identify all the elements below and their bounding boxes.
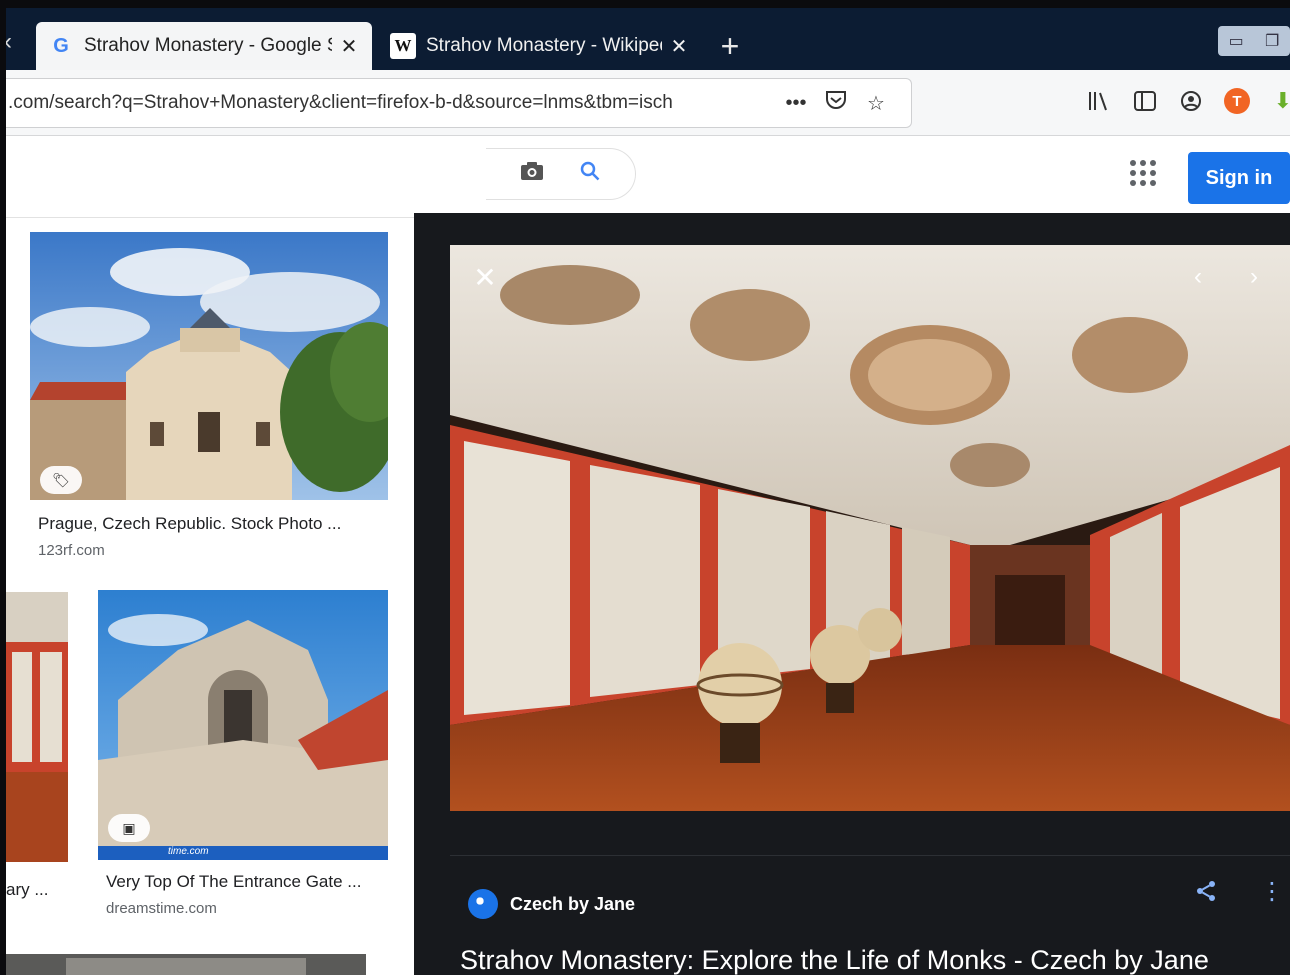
- address-bar[interactable]: .com/search?q=Strahov+Monastery&client=f…: [6, 78, 912, 128]
- account-icon[interactable]: [1178, 88, 1204, 114]
- result-thumbnail-library-partial[interactable]: [6, 592, 68, 862]
- minimize-icon[interactable]: ▭: [1229, 31, 1244, 51]
- close-tab-icon[interactable]: ✕: [338, 34, 360, 59]
- preview-title[interactable]: Strahov Monastery: Explore the Life of M…: [460, 945, 1209, 975]
- preview-image-library-hall[interactable]: [450, 245, 1290, 811]
- image-results-grid: 🏷 Prague, Czech Republic. Stock Photo ..…: [6, 218, 414, 975]
- bookmark-star-icon[interactable]: ☆: [856, 91, 896, 116]
- result-thumbnail-partial[interactable]: [6, 954, 366, 975]
- divider: [450, 855, 1290, 856]
- pocket-icon[interactable]: [816, 90, 856, 116]
- tab-wikipedia[interactable]: W Strahov Monastery - Wikipedia ✕: [378, 22, 702, 70]
- window-controls: ▭ ❐: [1218, 26, 1290, 56]
- search-box-actions: [486, 148, 636, 200]
- library-icon[interactable]: [1086, 88, 1112, 114]
- result-title[interactable]: ary ...: [6, 880, 49, 900]
- toolbar-icons: T ⬇: [1086, 88, 1290, 114]
- globe-icon: [468, 889, 498, 919]
- tab-scroll-left-icon[interactable]: ‹: [6, 28, 12, 56]
- new-tab-button[interactable]: +: [712, 26, 748, 66]
- result-thumbnail-entrance-gate[interactable]: ▣ time.com: [98, 590, 388, 860]
- source-name[interactable]: Czech by Jane: [510, 894, 635, 915]
- google-header: Sign in: [6, 136, 1290, 218]
- tab-title: Strahov Monastery - Wikipedia: [426, 35, 662, 56]
- share-icon[interactable]: [1194, 879, 1218, 910]
- camera-icon[interactable]: [520, 161, 544, 187]
- restore-icon[interactable]: ❐: [1265, 31, 1279, 51]
- next-image-button[interactable]: ›: [1250, 263, 1258, 291]
- close-tab-icon[interactable]: ✕: [668, 34, 690, 59]
- sign-in-button[interactable]: Sign in: [1188, 152, 1290, 204]
- result-source: 123rf.com: [38, 542, 105, 559]
- previous-image-button[interactable]: ‹: [1194, 263, 1202, 291]
- wikipedia-favicon-icon: W: [390, 33, 416, 59]
- extension-t-icon[interactable]: T: [1224, 88, 1250, 114]
- browser-window: ‹ G Strahov Monastery - Google Se ✕ W St…: [6, 8, 1290, 975]
- result-source: dreamstime.com: [106, 900, 217, 917]
- watermark-stripe: time.com: [98, 846, 388, 860]
- navigation-toolbar: .com/search?q=Strahov+Monastery&client=f…: [6, 70, 1290, 136]
- search-icon[interactable]: [579, 160, 601, 188]
- download-extension-icon[interactable]: ⬇: [1270, 88, 1290, 114]
- sidebar-icon[interactable]: [1132, 88, 1158, 114]
- image-preview-panel: ✕ ‹ › Czech by Jane ⋮ Strahov Monastery:…: [414, 213, 1290, 975]
- page-actions-menu-icon[interactable]: •••: [776, 92, 816, 115]
- apps-grid-icon[interactable]: [1130, 160, 1156, 186]
- close-preview-button[interactable]: ✕: [468, 261, 502, 295]
- url-text[interactable]: .com/search?q=Strahov+Monastery&client=f…: [6, 92, 776, 114]
- image-icon: ▣: [108, 814, 150, 842]
- tab-strip: ‹ G Strahov Monastery - Google Se ✕ W St…: [6, 8, 1290, 70]
- more-options-icon[interactable]: ⋮: [1260, 877, 1284, 906]
- tag-icon: 🏷: [40, 466, 82, 494]
- preview-source[interactable]: Czech by Jane: [468, 889, 635, 919]
- google-favicon-icon: G: [53, 34, 69, 57]
- result-title[interactable]: Very Top Of The Entrance Gate ...: [106, 872, 361, 892]
- tab-google-search[interactable]: G Strahov Monastery - Google Se ✕: [36, 22, 372, 70]
- tab-title: Strahov Monastery - Google Se: [84, 35, 332, 56]
- result-thumbnail-monastery-facade[interactable]: 🏷: [30, 232, 388, 500]
- result-title[interactable]: Prague, Czech Republic. Stock Photo ...: [38, 514, 341, 534]
